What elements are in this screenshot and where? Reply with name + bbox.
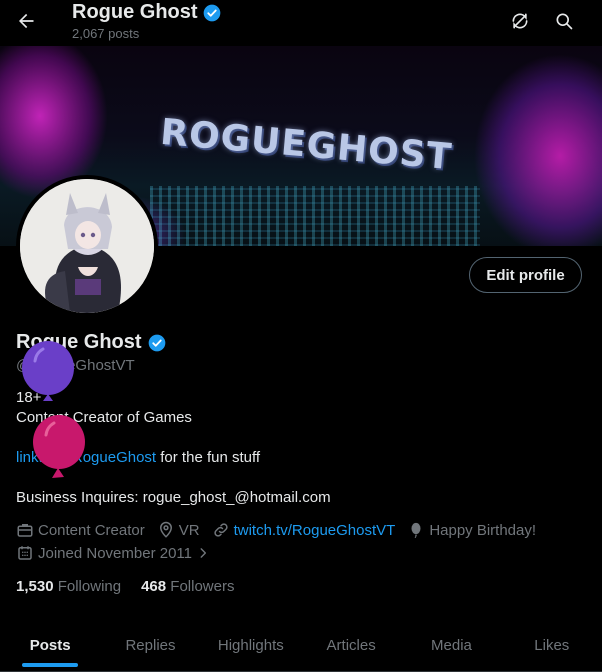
meta-birthday-label: Happy Birthday! [429, 521, 537, 539]
balloon-icon [411, 522, 421, 538]
avatar[interactable] [16, 175, 158, 317]
meta-website[interactable]: twitch.tv/RogueGhostVT [212, 521, 396, 539]
meta-birthday: Happy Birthday! [407, 521, 536, 539]
meta-joined-label: Joined November 2011 [38, 544, 192, 562]
tab-label: Likes [534, 637, 570, 654]
followers-count: 468 [141, 578, 167, 595]
tab-label: Posts [29, 637, 71, 654]
tab-posts[interactable]: Posts [0, 620, 100, 671]
bio-link-suffix: for the fun stuff [156, 449, 261, 466]
meta-location-label: VR [178, 521, 200, 539]
verified-badge-icon [203, 4, 220, 21]
profile-tabs: Posts Replies Highlights Articles Media … [0, 620, 602, 672]
sync-button[interactable] [503, 4, 537, 38]
profile-meta-row: Content Creator VR twitch.tv/RogueGhostV… [16, 521, 548, 539]
search-button[interactable] [547, 4, 581, 38]
profile-joined-row: Joined November 2011 [16, 544, 222, 562]
top-bar: Rogue Ghost 2,067 posts [0, 0, 602, 46]
meta-joined[interactable]: Joined November 2011 [16, 544, 210, 562]
following-link[interactable]: 1,530 Following [16, 578, 121, 595]
calendar-icon [18, 546, 32, 560]
link-icon [213, 523, 228, 537]
birthday-balloon-pink [33, 415, 85, 478]
sync-icon [512, 13, 528, 29]
followers-label: Followers [170, 578, 235, 595]
follow-stats: 1,530 Following 468 Followers [16, 578, 234, 595]
banner-logo-text: ROGUEGHOST [158, 111, 454, 179]
following-count: 1,530 [16, 578, 54, 595]
tab-replies[interactable]: Replies [100, 620, 200, 671]
banner-grid-graphic [150, 186, 480, 246]
header-title: Rogue Ghost [72, 1, 222, 24]
tab-media[interactable]: Media [401, 620, 501, 671]
tab-label: Media [431, 637, 472, 654]
tab-likes[interactable]: Likes [502, 620, 602, 671]
back-button[interactable] [8, 3, 44, 39]
briefcase-icon [17, 524, 33, 537]
post-count: 2,067 posts [72, 26, 140, 41]
avatar-image [20, 179, 154, 313]
meta-location: VR [157, 521, 200, 539]
location-icon [159, 521, 172, 538]
meta-category: Content Creator [16, 521, 145, 539]
tab-label: Replies [125, 637, 176, 654]
tab-articles[interactable]: Articles [301, 620, 401, 671]
following-label: Following [57, 578, 122, 595]
followers-link[interactable]: 468 Followers [141, 578, 234, 595]
search-icon [556, 13, 573, 30]
back-arrow-icon [19, 13, 34, 29]
meta-website-link[interactable]: twitch.tv/RogueGhostVT [234, 522, 396, 539]
birthday-balloon-purple [22, 341, 74, 401]
verified-badge-icon[interactable] [147, 333, 167, 353]
tab-label: Articles [326, 637, 376, 654]
edit-profile-button[interactable]: Edit profile [469, 257, 582, 293]
tab-highlights[interactable]: Highlights [201, 620, 301, 671]
meta-category-label: Content Creator [38, 521, 145, 539]
bio-business: Business Inquires: rogue_ghost_@hotmail.… [16, 489, 331, 506]
chevron-right-icon [200, 548, 207, 558]
active-tab-indicator [22, 663, 79, 667]
header-name: Rogue Ghost [72, 1, 198, 23]
tab-label: Highlights [217, 637, 284, 654]
